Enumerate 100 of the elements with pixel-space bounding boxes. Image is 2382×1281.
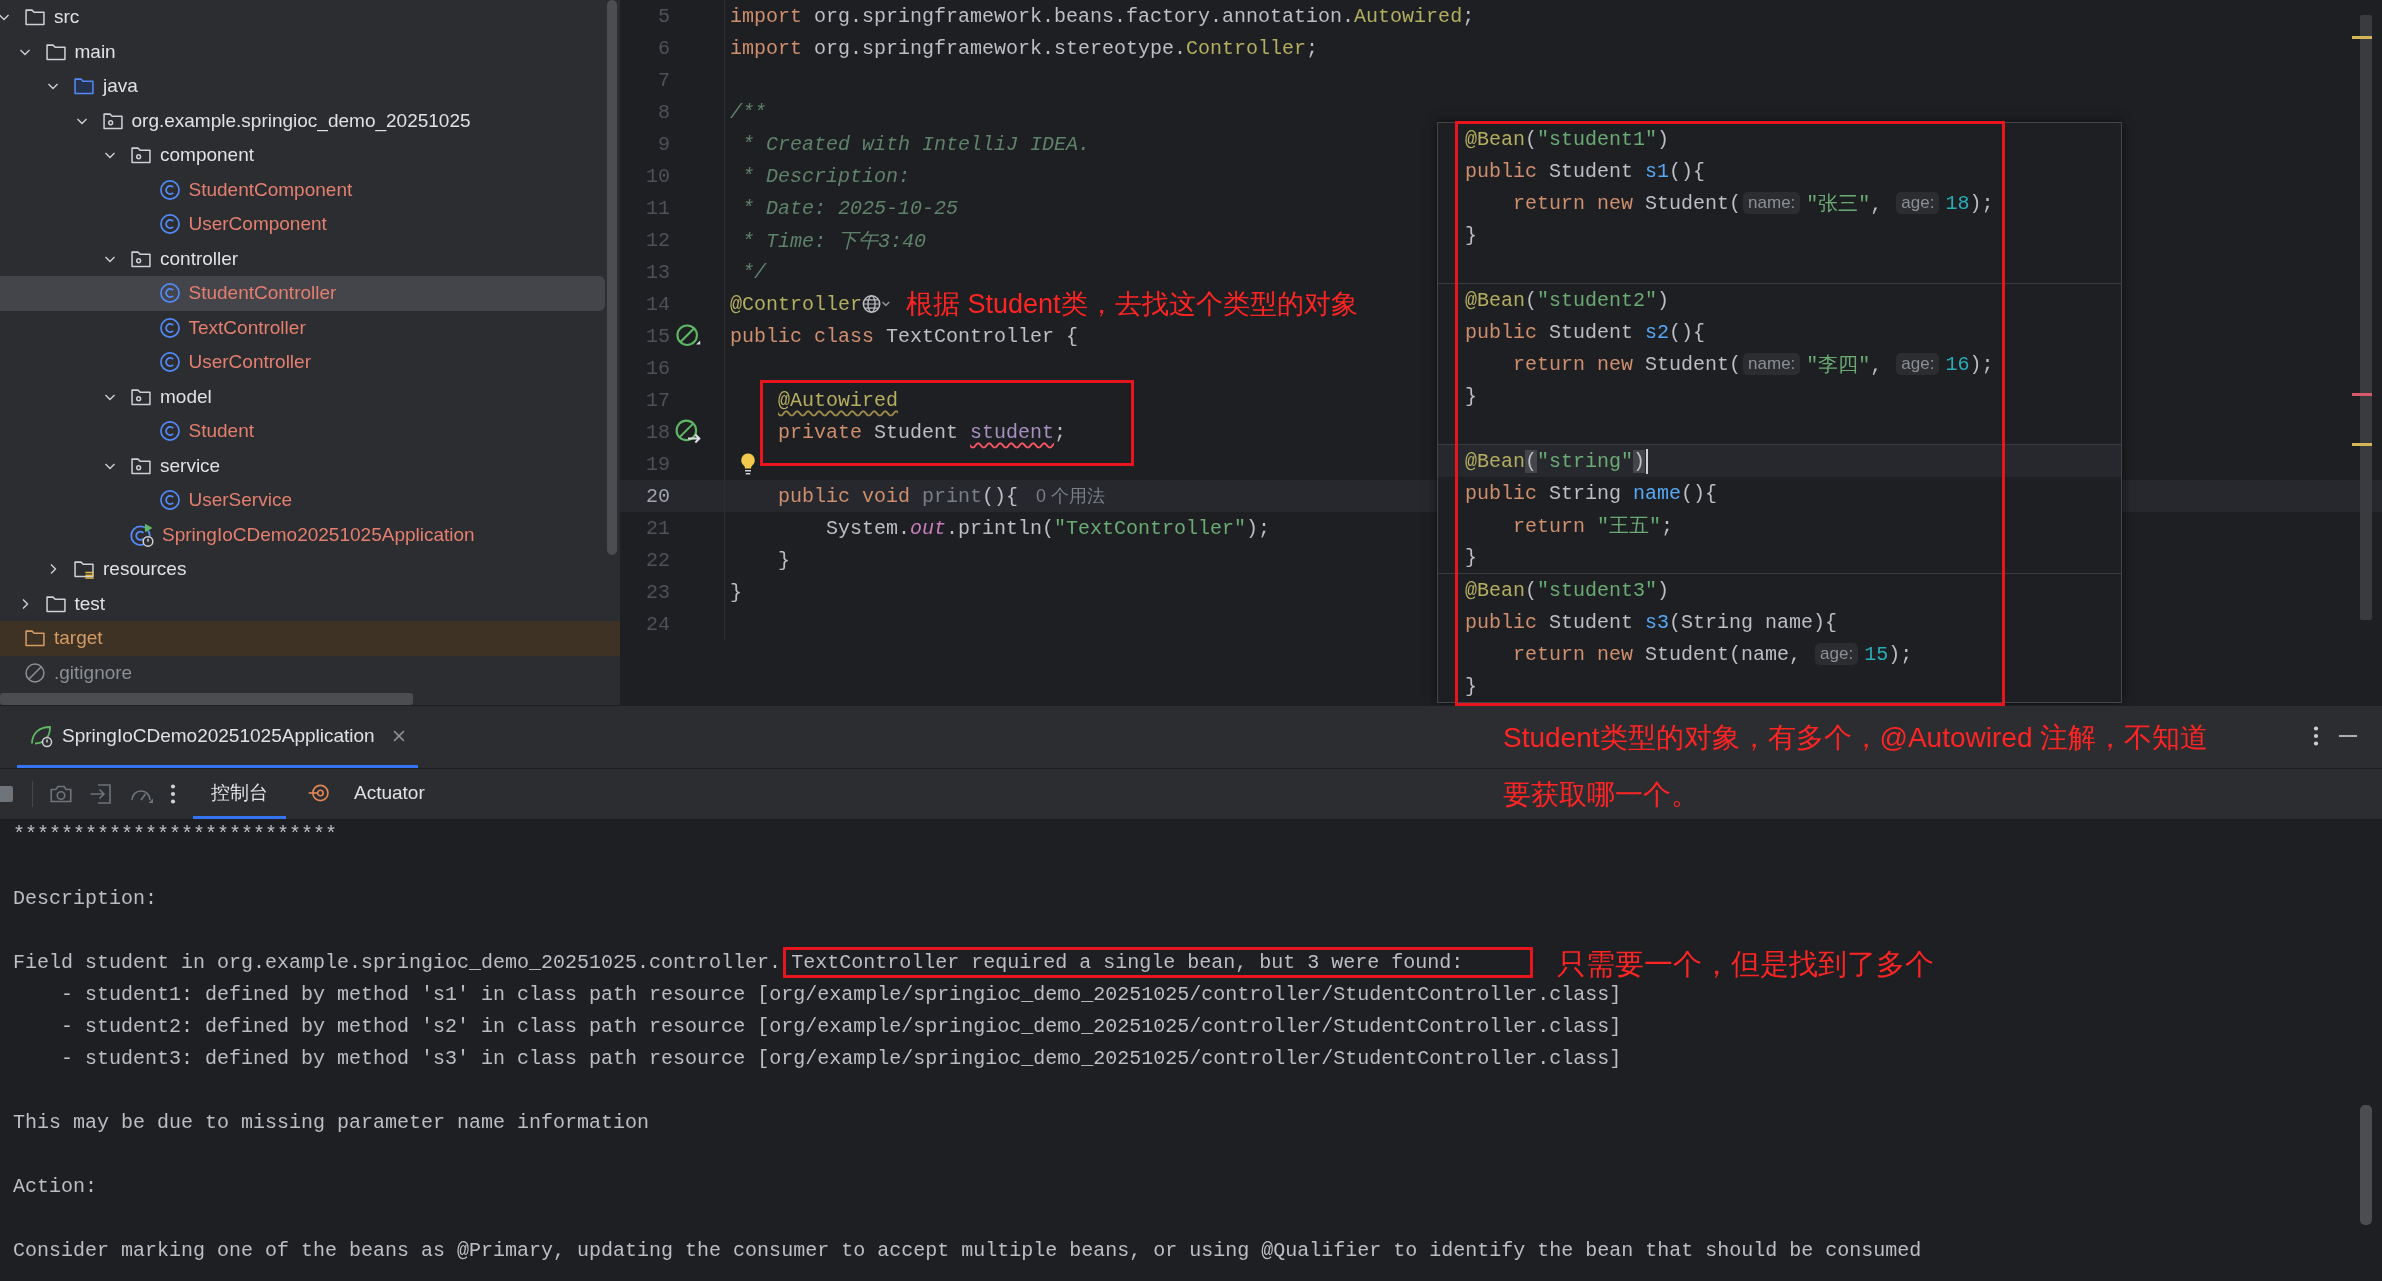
tree-item[interactable]: TextController bbox=[0, 310, 605, 345]
tree-item[interactable]: component bbox=[0, 138, 605, 173]
console-line: - student1: defined by method 's1' in class path resource [org/example/springioc_demo_20251025/controller/StudentController.class] bbox=[60, 982, 1622, 1008]
tree-item[interactable]: .gitignore bbox=[0, 655, 605, 690]
annotation-note: 要获取哪一个。 bbox=[1503, 778, 1699, 812]
exit-icon[interactable] bbox=[89, 782, 113, 806]
line-number: 20 bbox=[645, 484, 670, 508]
class-icon bbox=[158, 213, 181, 236]
class-icon bbox=[158, 420, 181, 443]
tree-item[interactable]: StudentComponent bbox=[0, 172, 605, 207]
more-icon[interactable] bbox=[169, 782, 177, 806]
code-text: public Student s3(String name){ bbox=[1465, 610, 1838, 634]
code-text: public void print(){ bbox=[777, 484, 1019, 508]
code-text: System.out.println("TextController"); bbox=[825, 516, 1271, 540]
resources-folder-icon bbox=[73, 558, 95, 581]
code-text: import org.springframework.beans.factory.annotation.Autowired; bbox=[730, 4, 1475, 28]
tree-item[interactable]: resources bbox=[0, 552, 605, 587]
usage-hint[interactable]: 0 个用法 bbox=[1036, 484, 1106, 508]
tree-item[interactable]: Student bbox=[0, 414, 605, 449]
code-text: return "王五"; bbox=[1512, 513, 1674, 539]
tree-item[interactable]: java bbox=[0, 69, 605, 104]
code-text: "李四", bbox=[1806, 352, 1884, 378]
more-icon[interactable] bbox=[2312, 724, 2320, 748]
tab[interactable]: 控制台 bbox=[193, 769, 286, 819]
text-cursor bbox=[1646, 448, 1649, 474]
tree-item[interactable]: target bbox=[0, 621, 620, 656]
tree-item[interactable]: org.example.springioc_demo_20251025 bbox=[0, 103, 605, 138]
minimize-icon[interactable] bbox=[2338, 734, 2358, 738]
code-text: } bbox=[1465, 674, 1477, 698]
parameter-hint: name: bbox=[1743, 192, 1801, 214]
code-text: @Bean("student2") bbox=[1465, 288, 1670, 312]
code-text: return new Student( bbox=[1512, 191, 1742, 215]
code-text: public Student s2(){ bbox=[1465, 320, 1706, 344]
annotation-note: 根据 Student类，去找这个类型的对象 bbox=[906, 288, 1358, 321]
parameter-hint: age: bbox=[1815, 643, 1859, 665]
app-class-icon bbox=[130, 522, 154, 547]
code-text: /** bbox=[730, 100, 766, 124]
code-text: 18); bbox=[1945, 191, 1994, 215]
code-text: * Time: 下午3:40 bbox=[741, 228, 927, 254]
code-text: import org.springframework.stereotype.Controller; bbox=[730, 36, 1319, 60]
code-text: */ bbox=[741, 260, 766, 284]
close-icon[interactable] bbox=[391, 728, 406, 743]
stop-icon[interactable] bbox=[0, 785, 14, 803]
console-line: - student2: defined by method 's2' in class path resource [org/example/springioc_demo_20251025/controller/StudentController.class] bbox=[60, 1014, 1622, 1040]
tab[interactable]: Actuator bbox=[290, 769, 443, 819]
tree-item[interactable]: src bbox=[0, 0, 605, 35]
code-text: public Student s1(){ bbox=[1465, 159, 1706, 183]
console-line: Description: bbox=[13, 886, 158, 912]
code-text: * Description: bbox=[741, 164, 911, 188]
code-text: } bbox=[730, 580, 742, 604]
globe-icon[interactable] bbox=[862, 293, 893, 315]
console-line: Consider marking one of the beans as @Primary, updating the consumer to accept multiple beans, or using @Qualifier to identify the bean that should be consumed bbox=[13, 1238, 1922, 1264]
leaf-icon bbox=[29, 723, 53, 748]
code-text: } bbox=[1465, 545, 1477, 569]
code-text: public String name(){ bbox=[1465, 481, 1718, 505]
parameter-hint: age: bbox=[1896, 192, 1940, 214]
class-icon bbox=[158, 489, 181, 512]
code-text: } bbox=[1465, 223, 1477, 247]
tree-item[interactable]: test bbox=[0, 586, 605, 621]
code-text: } bbox=[777, 548, 790, 572]
light-bulb-icon[interactable] bbox=[738, 452, 758, 476]
tree-item[interactable]: controller bbox=[0, 241, 605, 276]
tree-item[interactable]: main bbox=[0, 34, 605, 69]
code-text: public class TextController { bbox=[730, 324, 1079, 348]
scrollbar[interactable] bbox=[2360, 15, 2372, 620]
bean-icon[interactable] bbox=[675, 323, 701, 349]
tree-item[interactable]: UserController bbox=[0, 345, 605, 380]
annotation-note: 只需要一个，但是找到了多个 bbox=[1557, 947, 1934, 982]
tree-item[interactable]: SpringIoCDemo20251025Application bbox=[0, 517, 605, 552]
scrollbar[interactable] bbox=[2360, 1105, 2372, 1225]
code-text: 15); bbox=[1864, 642, 1913, 666]
tree-item[interactable]: UserComponent bbox=[0, 207, 605, 242]
tree-item[interactable]: model bbox=[0, 379, 605, 414]
code-text: return new Student(name, bbox=[1512, 642, 1803, 666]
class-icon bbox=[158, 178, 181, 201]
parameter-hint: name: bbox=[1743, 353, 1801, 375]
scrollbar[interactable] bbox=[607, 0, 617, 555]
console-line: - student3: defined by method 's3' in class path resource [org/example/springioc_demo_20251025/controller/StudentController.class] bbox=[60, 1046, 1622, 1072]
scrollbar[interactable] bbox=[0, 693, 413, 705]
bean-inject-icon[interactable] bbox=[675, 419, 701, 445]
code-text: * Date: 2025-10-25 bbox=[741, 196, 959, 220]
code-text: "张三", bbox=[1806, 191, 1884, 217]
code-text: 16); bbox=[1945, 352, 1994, 376]
tree-item[interactable]: service bbox=[0, 448, 605, 483]
code-text: @Controller bbox=[730, 292, 863, 316]
code-text: @Autowired bbox=[777, 388, 899, 412]
console-line: Field student in org.example.springioc_demo_20251025.controller. TextController required a single bean, but 3 were found: bbox=[13, 947, 1530, 979]
code-text: @Bean("student3") bbox=[1465, 578, 1670, 602]
code-text: } bbox=[1465, 384, 1477, 408]
class-icon bbox=[158, 316, 181, 339]
code-text: private Student student; bbox=[777, 420, 1067, 444]
code-text: @Bean("string") bbox=[1465, 449, 1646, 473]
tree-item[interactable]: UserService bbox=[0, 483, 605, 518]
code-text: @Bean("student1") bbox=[1465, 127, 1670, 151]
code-text: return new Student( bbox=[1512, 352, 1742, 376]
code-text: * Created with IntelliJ IDEA. bbox=[741, 132, 1091, 156]
parameter-hint: age: bbox=[1896, 353, 1940, 375]
class-icon bbox=[158, 282, 181, 305]
annotation-note: Student类型的对象，有多个，@Autowired 注解，不知道 bbox=[1503, 721, 2209, 755]
ignored-file-icon bbox=[24, 661, 46, 684]
